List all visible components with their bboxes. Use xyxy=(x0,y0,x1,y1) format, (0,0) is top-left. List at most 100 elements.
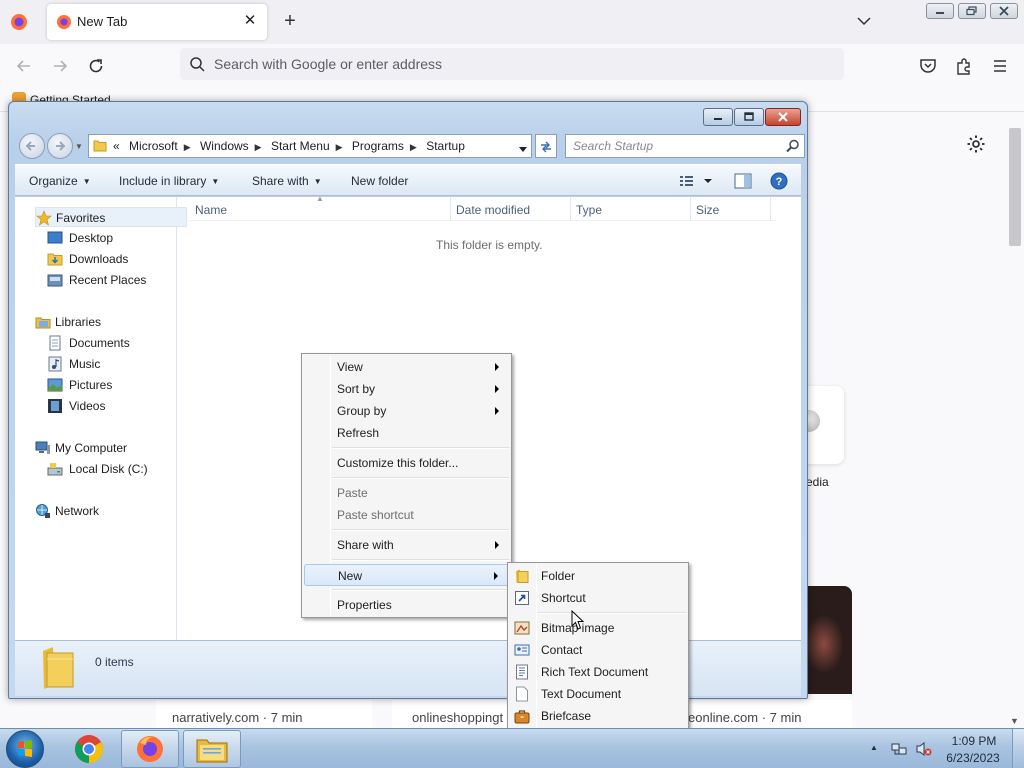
breadcrumb-windows[interactable]: Windows xyxy=(200,139,249,153)
browser-tab-new-tab[interactable]: New Tab ✕ xyxy=(47,4,267,40)
search-icon[interactable] xyxy=(786,139,800,156)
help-icon[interactable]: ? xyxy=(770,172,788,190)
nav-item-recent-places[interactable]: Recent Places xyxy=(47,270,167,290)
share-with-button[interactable]: Share with ▼ xyxy=(252,174,322,188)
chevron-right-icon[interactable]: ▶ xyxy=(336,142,343,152)
close-button[interactable] xyxy=(765,108,801,126)
url-bar[interactable] xyxy=(180,48,844,80)
menu-item-new-rich-text-document[interactable]: Rich Text Document xyxy=(510,661,686,683)
back-button[interactable] xyxy=(19,133,45,159)
column-header-name[interactable]: Name xyxy=(195,203,227,217)
show-hidden-icons-icon[interactable]: ▲ xyxy=(870,743,878,752)
nav-item-videos[interactable]: Videos xyxy=(47,396,167,416)
change-view-button[interactable] xyxy=(679,173,715,189)
column-header-date-modified[interactable]: Date modified xyxy=(456,203,530,217)
chevron-right-icon[interactable]: ▶ xyxy=(255,142,262,152)
nav-item-local-disk[interactable]: Local Disk (C:) xyxy=(47,459,167,479)
address-dropdown-icon[interactable] xyxy=(519,142,527,152)
nav-item-network[interactable]: Network xyxy=(35,501,165,521)
address-bar[interactable]: « Microsoft ▶ Windows ▶ Start Menu ▶ Progra… xyxy=(88,134,532,158)
menu-item-new-text-document[interactable]: Text Document xyxy=(510,683,686,705)
recent-pages-dropdown-icon[interactable]: ▼ xyxy=(75,142,83,151)
column-divider[interactable] xyxy=(450,197,451,221)
breadcrumb-start-menu[interactable]: Start Menu xyxy=(271,139,330,153)
pocket-icon[interactable] xyxy=(918,56,938,76)
include-in-library-button[interactable]: Include in library ▼ xyxy=(119,174,219,188)
search-box[interactable] xyxy=(565,134,805,158)
search-input[interactable] xyxy=(573,139,773,153)
gear-icon[interactable] xyxy=(966,134,986,154)
browser-close-button[interactable] xyxy=(990,3,1018,19)
start-button[interactable] xyxy=(6,730,44,768)
browser-restore-button[interactable] xyxy=(958,3,986,19)
column-divider[interactable] xyxy=(690,197,691,221)
menu-item-new[interactable]: New xyxy=(304,564,509,586)
reload-icon[interactable] xyxy=(86,56,106,76)
scroll-down-arrow-icon[interactable]: ▼ xyxy=(1010,716,1019,726)
column-divider[interactable] xyxy=(770,197,771,221)
extensions-puzzle-icon[interactable] xyxy=(954,56,974,76)
hamburger-menu-icon[interactable] xyxy=(990,56,1010,76)
list-all-tabs-icon[interactable] xyxy=(856,14,872,28)
browser-minimize-button[interactable] xyxy=(926,3,954,19)
nav-item-favorites[interactable]: Favorites xyxy=(35,207,187,227)
refresh-button[interactable] xyxy=(535,134,557,158)
maximize-button[interactable] xyxy=(734,108,764,126)
menu-item-new-bitmap-image[interactable]: Bitmap image xyxy=(510,617,686,639)
menu-item-new-shortcut[interactable]: Shortcut xyxy=(510,587,686,609)
tab-close-icon[interactable]: ✕ xyxy=(241,12,259,30)
chevron-right-icon[interactable]: ▶ xyxy=(410,142,417,152)
breadcrumb-startup[interactable]: Startup xyxy=(426,139,465,153)
menu-item-new-folder[interactable]: Folder xyxy=(510,565,686,587)
breadcrumb-programs[interactable]: Programs xyxy=(352,139,404,153)
menu-item-label: Share with xyxy=(337,538,394,552)
column-divider[interactable] xyxy=(570,197,571,221)
menu-item-new-contact[interactable]: Contact xyxy=(510,639,686,661)
menu-item-share-with[interactable]: Share with xyxy=(304,534,509,556)
menu-item-new-briefcase[interactable]: Briefcase xyxy=(510,705,686,727)
volume-muted-icon[interactable] xyxy=(916,741,932,757)
menu-item-view[interactable]: View xyxy=(304,356,509,378)
chevron-right-icon[interactable]: ▶ xyxy=(184,142,191,152)
nav-item-my-computer[interactable]: My Computer xyxy=(35,438,165,458)
nav-item-music[interactable]: Music xyxy=(47,354,167,374)
column-header-type[interactable]: Type xyxy=(576,203,602,217)
clock-time[interactable]: 1:09 PM xyxy=(946,734,1002,748)
taskbar-explorer-button[interactable] xyxy=(183,730,241,768)
menu-separator xyxy=(332,477,509,479)
firefox-view-icon[interactable] xyxy=(8,11,30,33)
new-folder-button[interactable]: New folder xyxy=(351,174,408,188)
nav-item-documents[interactable]: Documents xyxy=(47,333,167,353)
nav-item-libraries[interactable]: Libraries xyxy=(35,312,165,332)
nav-item-desktop[interactable]: Desktop xyxy=(47,228,167,248)
forward-button[interactable] xyxy=(47,133,73,159)
breadcrumb-overflow[interactable]: « xyxy=(113,139,120,153)
preview-pane-icon[interactable] xyxy=(734,173,752,189)
menu-item-group-by[interactable]: Group by xyxy=(304,400,509,422)
column-header-size[interactable]: Size xyxy=(696,203,719,217)
new-tab-button[interactable]: + xyxy=(280,11,300,32)
taskbar-firefox-button[interactable] xyxy=(121,730,179,768)
menu-item-sort-by[interactable]: Sort by xyxy=(304,378,509,400)
computer-icon xyxy=(35,440,51,456)
minimize-button[interactable] xyxy=(703,108,733,126)
music-icon xyxy=(47,356,63,372)
taskbar-chrome-button[interactable] xyxy=(60,730,118,768)
back-arrow-icon[interactable] xyxy=(14,56,34,76)
forward-arrow-icon[interactable] xyxy=(50,56,70,76)
menu-item-customize-folder[interactable]: Customize this folder... xyxy=(304,452,509,474)
nav-item-pictures[interactable]: Pictures xyxy=(47,375,167,395)
nav-item-downloads[interactable]: Downloads xyxy=(47,249,167,269)
menu-item-refresh[interactable]: Refresh xyxy=(304,422,509,444)
url-input[interactable] xyxy=(214,55,814,73)
menu-item-label: Briefcase xyxy=(541,709,592,723)
breadcrumb-microsoft[interactable]: Microsoft xyxy=(129,139,178,153)
clock-date[interactable]: 6/23/2023 xyxy=(942,751,1004,765)
organize-menu-button[interactable]: Organize ▼ xyxy=(29,174,91,188)
network-tray-icon[interactable] xyxy=(891,741,907,757)
text-document-icon xyxy=(514,686,530,702)
show-desktop-button[interactable] xyxy=(1012,729,1024,768)
page-scrollbar[interactable]: ▼ xyxy=(1006,128,1024,728)
scrollbar-thumb[interactable] xyxy=(1009,128,1021,246)
menu-item-properties[interactable]: Properties xyxy=(304,594,509,616)
